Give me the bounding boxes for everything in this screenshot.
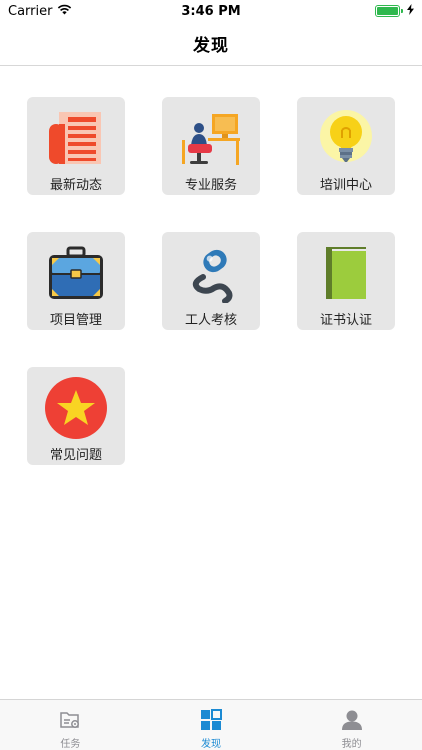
navigation-bar: 发现	[0, 22, 422, 66]
status-left: Carrier	[8, 4, 72, 19]
task-folder-icon	[58, 708, 82, 732]
star-badge-icon	[43, 375, 109, 441]
tab-discover[interactable]: 发现	[141, 700, 282, 750]
newspaper-icon	[43, 105, 109, 171]
tab-tasks[interactable]: 任务	[0, 700, 141, 750]
tile-label: 工人考核	[184, 313, 237, 328]
tile-label: 项目管理	[49, 313, 102, 328]
grid-discover-icon	[199, 708, 223, 732]
tile-project-management[interactable]: 项目管理	[27, 232, 125, 330]
tile-label: 常见问题	[49, 448, 102, 463]
tile-professional-services[interactable]: 专业服务	[162, 97, 260, 195]
chain-link-icon	[178, 240, 244, 306]
tile-label: 培训中心	[319, 178, 372, 193]
battery-fill	[377, 7, 398, 15]
certificate-book-icon	[313, 240, 379, 306]
tile-label: 最新动态	[49, 178, 102, 193]
charging-bolt-icon	[407, 3, 414, 19]
status-right	[375, 3, 414, 19]
status-bar: Carrier 3:46 PM	[0, 0, 422, 22]
tile-label: 专业服务	[184, 178, 237, 193]
tab-bar: 任务 发现 我的	[0, 699, 422, 750]
wifi-icon	[57, 4, 72, 19]
tile-certificate-verification[interactable]: 证书认证	[297, 232, 395, 330]
briefcase-icon	[43, 240, 109, 306]
battery-icon	[375, 5, 403, 17]
tab-label: 任务	[60, 739, 81, 750]
tile-latest-news[interactable]: 最新动态	[27, 97, 125, 195]
tile-faq[interactable]: 常见问题	[27, 367, 125, 465]
tab-label: 我的	[341, 739, 362, 750]
lightbulb-icon	[313, 105, 379, 171]
page-title: 发现	[193, 36, 229, 56]
tile-worker-assessment[interactable]: 工人考核	[162, 232, 260, 330]
person-icon	[340, 708, 364, 732]
workstation-icon	[178, 105, 244, 171]
tile-label: 证书认证	[319, 313, 372, 328]
tile-training-center[interactable]: 培训中心	[297, 97, 395, 195]
tab-label: 发现	[201, 739, 221, 750]
carrier-label: Carrier	[8, 3, 53, 19]
tab-mine[interactable]: 我的	[281, 700, 422, 750]
